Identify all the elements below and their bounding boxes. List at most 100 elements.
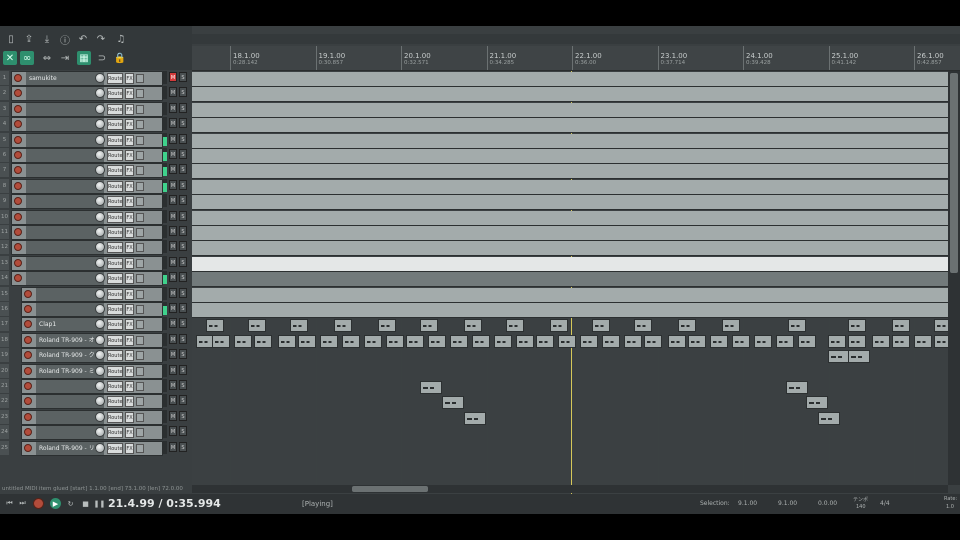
fx-button[interactable]: FX — [125, 319, 134, 330]
drum-clip[interactable] — [516, 335, 534, 348]
route-button[interactable]: Route — [107, 366, 123, 377]
track-header[interactable]: samukite Route FX — [11, 71, 163, 86]
undo-icon[interactable]: ↶ — [76, 32, 90, 46]
track-name[interactable]: Clap1 — [36, 318, 104, 331]
solo-button[interactable]: S — [179, 180, 187, 190]
drum-clip[interactable] — [914, 335, 932, 348]
tempo-value[interactable]: 140 — [856, 504, 866, 510]
track-header[interactable]: Route FX — [11, 271, 163, 286]
route-button[interactable]: Route — [107, 258, 123, 269]
record-arm-button[interactable] — [14, 166, 22, 174]
record-arm-button[interactable] — [24, 413, 32, 421]
go-start-icon[interactable]: ⏮ — [4, 498, 15, 509]
stop-button[interactable]: ■ — [80, 498, 91, 509]
drum-clip[interactable] — [290, 319, 308, 332]
drum-clip[interactable] — [234, 335, 252, 348]
solo-button[interactable]: S — [179, 288, 187, 298]
track-header[interactable]: Route FX — [11, 256, 163, 271]
drum-clip[interactable] — [828, 335, 846, 348]
fx-bypass-button[interactable] — [136, 213, 144, 222]
record-arm-button[interactable] — [14, 120, 22, 128]
solo-button[interactable]: S — [179, 87, 187, 97]
drum-clip[interactable] — [298, 335, 316, 348]
metronome-icon[interactable]: ♫ — [114, 32, 128, 46]
volume-knob[interactable] — [95, 150, 105, 160]
fx-bypass-button[interactable] — [136, 89, 144, 98]
solo-button[interactable]: S — [179, 365, 187, 375]
solo-button[interactable]: S — [179, 134, 187, 144]
vertical-scrollbar[interactable] — [948, 71, 960, 485]
track-name[interactable]: Roland TR-909 - ミッドタム — [36, 365, 104, 378]
track-name[interactable] — [36, 395, 104, 408]
track-name[interactable]: Roland TR-909 - クラッシュ — [36, 349, 104, 362]
loop-icon[interactable]: ∞ — [20, 51, 34, 65]
selection-length[interactable]: 0.0.00 — [818, 500, 837, 507]
track-row[interactable]: 17 Clap1 Route FX M S — [0, 317, 192, 332]
time-signature[interactable]: 4/4 — [880, 500, 890, 507]
route-button[interactable]: Route — [107, 335, 123, 346]
track-name[interactable] — [36, 411, 104, 424]
horizontal-scroll-thumb[interactable] — [352, 486, 428, 492]
solo-button[interactable]: S — [179, 195, 187, 205]
route-button[interactable]: Route — [107, 381, 123, 392]
fx-bypass-button[interactable] — [136, 305, 144, 314]
track-header[interactable]: Route FX — [11, 240, 163, 255]
drum-clip[interactable] — [212, 335, 230, 348]
media-item[interactable] — [192, 72, 948, 87]
drum-clip[interactable] — [818, 412, 840, 425]
track-row[interactable]: 12 Route FX M S — [0, 240, 192, 255]
fx-bypass-button[interactable] — [136, 367, 144, 376]
fx-button[interactable]: FX — [125, 181, 134, 192]
solo-button[interactable]: S — [179, 303, 187, 313]
solo-button[interactable]: S — [179, 226, 187, 236]
fx-bypass-button[interactable] — [136, 274, 144, 283]
record-arm-button[interactable] — [14, 151, 22, 159]
media-item[interactable] — [192, 180, 948, 195]
record-arm-button[interactable] — [24, 397, 32, 405]
fx-button[interactable]: FX — [125, 273, 134, 284]
fx-button[interactable]: FX — [125, 335, 134, 346]
drum-clip[interactable] — [506, 319, 524, 332]
pause-button[interactable]: ❚❚ — [94, 498, 106, 509]
mute-button[interactable]: M — [169, 118, 177, 128]
fx-bypass-button[interactable] — [136, 444, 144, 453]
drum-clip[interactable] — [788, 319, 806, 332]
fx-button[interactable]: FX — [125, 119, 134, 130]
track-header[interactable]: Route FX — [21, 394, 163, 409]
drum-clip[interactable] — [892, 335, 910, 348]
track-name[interactable] — [26, 149, 104, 162]
track-row[interactable]: 9 Route FX M S — [0, 194, 192, 209]
drum-clip[interactable] — [732, 335, 750, 348]
drum-clip[interactable] — [342, 335, 360, 348]
redo-icon[interactable]: ↷ — [94, 32, 108, 46]
drum-clip[interactable] — [934, 335, 948, 348]
volume-knob[interactable] — [95, 443, 105, 453]
track-header[interactable]: Route FX — [11, 194, 163, 209]
fx-button[interactable]: FX — [125, 165, 134, 176]
volume-knob[interactable] — [95, 212, 105, 222]
media-item[interactable] — [192, 134, 948, 149]
drum-clip[interactable] — [798, 335, 816, 348]
route-button[interactable]: Route — [107, 181, 123, 192]
route-button[interactable]: Route — [107, 119, 123, 130]
track-header[interactable]: Route FX — [11, 163, 163, 178]
track-row[interactable]: 6 Route FX M S — [0, 148, 192, 163]
route-button[interactable]: Route — [107, 196, 123, 207]
volume-knob[interactable] — [95, 304, 105, 314]
track-name[interactable] — [36, 426, 104, 439]
fx-bypass-button[interactable] — [136, 320, 144, 329]
track-header[interactable]: Roland TR-909 - ミッドタムRouteFX — [21, 364, 163, 379]
fx-button[interactable]: FX — [125, 304, 134, 315]
track-header[interactable]: Route FX — [11, 210, 163, 225]
mute-button[interactable]: M — [169, 272, 177, 282]
record-arm-button[interactable] — [14, 274, 22, 282]
fx-bypass-button[interactable] — [136, 397, 144, 406]
fx-button[interactable]: FX — [125, 104, 134, 115]
fx-button[interactable]: FX — [125, 258, 134, 269]
drum-clip[interactable] — [334, 319, 352, 332]
record-arm-button[interactable] — [14, 89, 22, 97]
media-item[interactable] — [192, 149, 948, 164]
track-row[interactable]: 21 Route FX M S — [0, 379, 192, 394]
media-item[interactable] — [192, 288, 948, 303]
mute-button[interactable]: M — [169, 134, 177, 144]
